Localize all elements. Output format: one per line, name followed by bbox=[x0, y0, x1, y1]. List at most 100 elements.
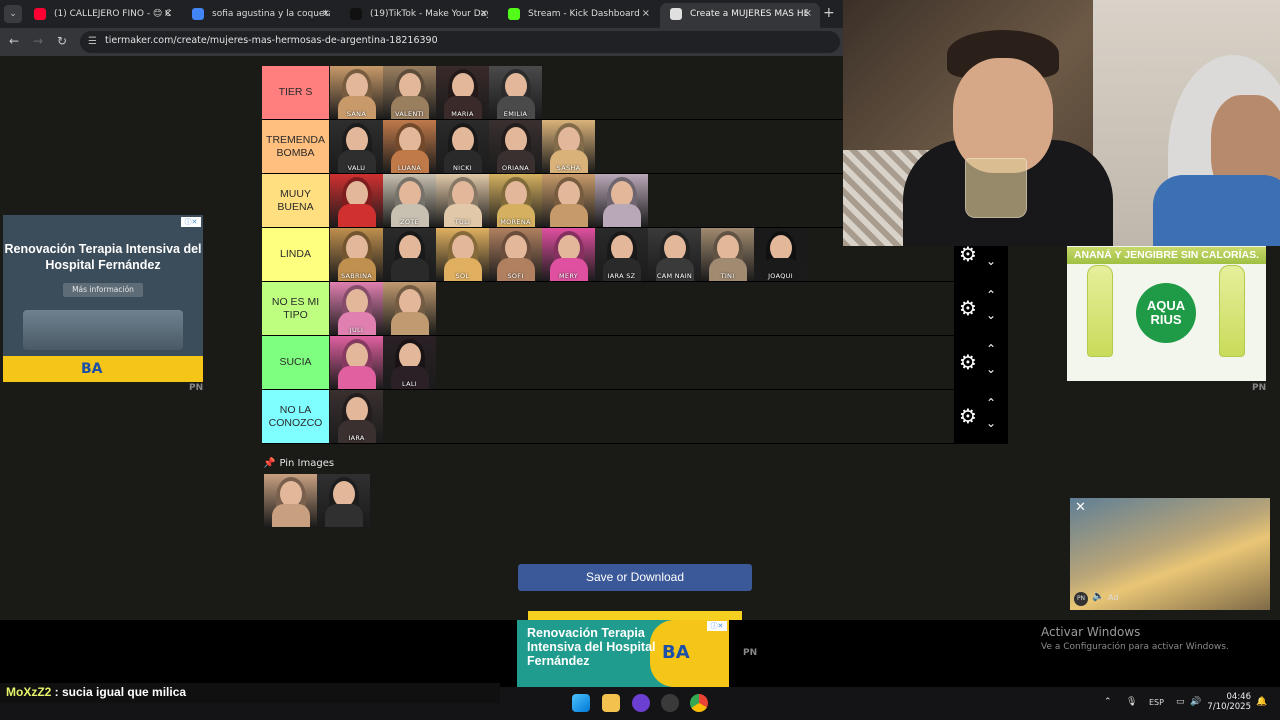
tab-close-icon[interactable]: × bbox=[804, 3, 812, 25]
tier-item-image[interactable]: SOL bbox=[436, 228, 489, 281]
move-tier-up-icon[interactable]: ⌃ bbox=[986, 342, 996, 356]
tier-item-image[interactable]: TINI bbox=[701, 228, 754, 281]
ad-bottom-adchoices-icon[interactable]: ⓘ✕ bbox=[707, 621, 727, 631]
tier-item-image[interactable]: VALENTI bbox=[383, 66, 436, 119]
tier-item-image[interactable] bbox=[330, 174, 383, 227]
tier-label[interactable]: NO ES MI TIPO bbox=[262, 282, 329, 335]
move-tier-up-icon[interactable]: ⌃ bbox=[986, 288, 996, 302]
pin-images-label: Pin Images bbox=[279, 458, 335, 469]
tier-item-image[interactable]: MARIA bbox=[436, 66, 489, 119]
tier-item-image[interactable]: IARA bbox=[330, 390, 383, 443]
network-icon[interactable]: ▭ bbox=[1176, 697, 1185, 707]
tab-close-icon[interactable]: × bbox=[642, 3, 650, 25]
ad-left-more-info-button[interactable]: Más información bbox=[63, 283, 143, 297]
ad-left-brand: BA bbox=[81, 361, 103, 377]
tier-item-image[interactable]: VALU bbox=[330, 120, 383, 173]
close-icon[interactable]: ✕ bbox=[1075, 500, 1086, 515]
tier-settings-gear-icon[interactable]: ⚙ bbox=[959, 244, 977, 264]
tier-item-image[interactable]: ORIANA bbox=[489, 120, 542, 173]
pin-images-area[interactable] bbox=[264, 474, 370, 529]
bottle-image-left bbox=[1087, 265, 1113, 357]
notification-bell-icon[interactable]: 🔔 bbox=[1256, 697, 1267, 707]
tier-item-image[interactable]: JOAQUI bbox=[754, 228, 807, 281]
tier-settings-gear-icon[interactable]: ⚙ bbox=[959, 298, 977, 318]
system-clock[interactable]: 04:46 7/10/2025 bbox=[1207, 692, 1251, 712]
ad-bottom-hospital[interactable]: Renovación Terapia Intensiva del Hospita… bbox=[517, 620, 729, 687]
tier-item-image[interactable]: NICKI bbox=[436, 120, 489, 173]
tier-item-image[interactable]: SOFI bbox=[489, 228, 542, 281]
ad-video-player[interactable]: ✕ PN 🔈 Ad bbox=[1070, 498, 1270, 610]
settings-app-icon[interactable] bbox=[661, 694, 679, 712]
tray-overflow-icon[interactable]: ⌃ bbox=[1104, 697, 1112, 707]
tier-label[interactable]: SUCIA bbox=[262, 336, 329, 389]
tab-close-icon[interactable]: × bbox=[480, 3, 488, 25]
move-tier-down-icon[interactable]: ⌄ bbox=[986, 416, 996, 430]
tier-item-image[interactable]: MERY bbox=[542, 228, 595, 281]
forward-button[interactable]: → bbox=[30, 34, 46, 48]
tier-item-image[interactable] bbox=[317, 474, 370, 527]
tier-settings-gear-icon[interactable]: ⚙ bbox=[959, 352, 977, 372]
tier-item-image[interactable]: IARA SZ bbox=[595, 228, 648, 281]
webcam-person2-shirt bbox=[1153, 175, 1280, 246]
tier-item-image[interactable] bbox=[383, 228, 436, 281]
tier-item-image[interactable] bbox=[595, 174, 648, 227]
ad-right-aquarius[interactable]: ANANÁ Y JENGIBRE SIN CALORÍAS. AQUA RIUS bbox=[1067, 245, 1266, 381]
file-explorer-icon[interactable] bbox=[602, 694, 620, 712]
tier-item-image[interactable]: LALI bbox=[383, 336, 436, 389]
adchoices-icon[interactable]: ⓘ✕ bbox=[181, 217, 201, 227]
new-tab-button[interactable]: + bbox=[823, 5, 835, 21]
tier-label[interactable]: NO LA CONOZCO bbox=[262, 390, 329, 443]
tab-close-icon[interactable]: × bbox=[322, 3, 330, 25]
tier-label[interactable]: LINDA bbox=[262, 228, 329, 281]
webcam-cup bbox=[965, 158, 1027, 218]
tab-close-icon[interactable]: × bbox=[164, 3, 172, 25]
tier-label[interactable]: MUUY BUENA bbox=[262, 174, 329, 227]
browser-tab[interactable]: Stream - Kick Dashboard × bbox=[498, 3, 658, 28]
move-tier-down-icon[interactable]: ⌄ bbox=[986, 362, 996, 376]
tier-item-image[interactable]: EMILIA bbox=[489, 66, 542, 119]
microphone-icon[interactable]: 🎙 bbox=[1126, 697, 1137, 707]
reload-button[interactable]: ↻ bbox=[54, 34, 70, 48]
tier-item-image[interactable]: SABRINA bbox=[330, 228, 383, 281]
tier-item-image[interactable]: SANA bbox=[330, 66, 383, 119]
tier-settings-gear-icon[interactable]: ⚙ bbox=[959, 406, 977, 426]
tier-item-image[interactable]: ZOTE bbox=[383, 174, 436, 227]
tier-item-image[interactable]: LUANA bbox=[383, 120, 436, 173]
speaker-icon[interactable]: 🔈 bbox=[1092, 591, 1104, 602]
address-bar[interactable]: ☰ tiermaker.com/create/mujeres-mas-hermo… bbox=[80, 31, 840, 53]
webcam-overlay bbox=[843, 0, 1280, 246]
obs-icon[interactable] bbox=[632, 694, 650, 712]
tier-item-image[interactable] bbox=[330, 336, 383, 389]
move-tier-down-icon[interactable]: ⌄ bbox=[986, 254, 996, 268]
browser-tab[interactable]: sofia agustina y la coqueta - Bu× bbox=[182, 3, 338, 28]
tab-search-menu-icon[interactable]: ⌄ bbox=[4, 5, 22, 23]
tier-item-image[interactable] bbox=[264, 474, 317, 527]
tier-label[interactable]: TREMENDA BOMBA bbox=[262, 120, 329, 173]
tier-item-caption: JOAQUI bbox=[768, 272, 793, 280]
browser-tab[interactable]: (19)TikTok - Make Your Day × bbox=[340, 3, 496, 28]
tier-item-image[interactable]: MORENA bbox=[489, 174, 542, 227]
browser-tab[interactable]: (1) CALLEJERO FINO - 😊 CHET× bbox=[24, 3, 180, 28]
tier-item-image[interactable]: TULI bbox=[436, 174, 489, 227]
site-info-icon[interactable]: ☰ bbox=[88, 36, 100, 48]
tier-item-image[interactable]: CAM NAIN bbox=[648, 228, 701, 281]
ad-left-hospital[interactable]: Renovación Terapia Intensiva del Hospita… bbox=[3, 215, 203, 382]
tier-item-image[interactable]: JULI bbox=[330, 282, 383, 335]
move-tier-up-icon[interactable]: ⌃ bbox=[986, 396, 996, 410]
back-button[interactable]: ← bbox=[6, 34, 22, 48]
start-icon[interactable] bbox=[572, 694, 590, 712]
move-tier-down-icon[interactable]: ⌄ bbox=[986, 308, 996, 322]
tier-item-image[interactable] bbox=[542, 174, 595, 227]
tier-item-image[interactable]: SASHA bbox=[542, 120, 595, 173]
volume-icon[interactable]: 🔊 bbox=[1190, 697, 1201, 707]
tier-label[interactable]: TIER S bbox=[262, 66, 329, 119]
save-or-download-button[interactable]: Save or Download bbox=[518, 564, 752, 591]
tier-item-image[interactable] bbox=[383, 282, 436, 335]
browser-toolbar: ← → ↻ ☰ tiermaker.com/create/mujeres-mas… bbox=[0, 28, 843, 56]
activate-windows-subtitle: Ve a Configuración para activar Windows. bbox=[1041, 642, 1229, 652]
tier-item-caption: MARIA bbox=[451, 110, 474, 118]
language-indicator[interactable]: ESP bbox=[1149, 698, 1164, 707]
chrome-icon[interactable] bbox=[690, 694, 708, 712]
browser-tab[interactable]: Create a MUJERES MAS HERMO× bbox=[660, 3, 820, 28]
ad-banner-top-edge[interactable] bbox=[528, 611, 742, 620]
